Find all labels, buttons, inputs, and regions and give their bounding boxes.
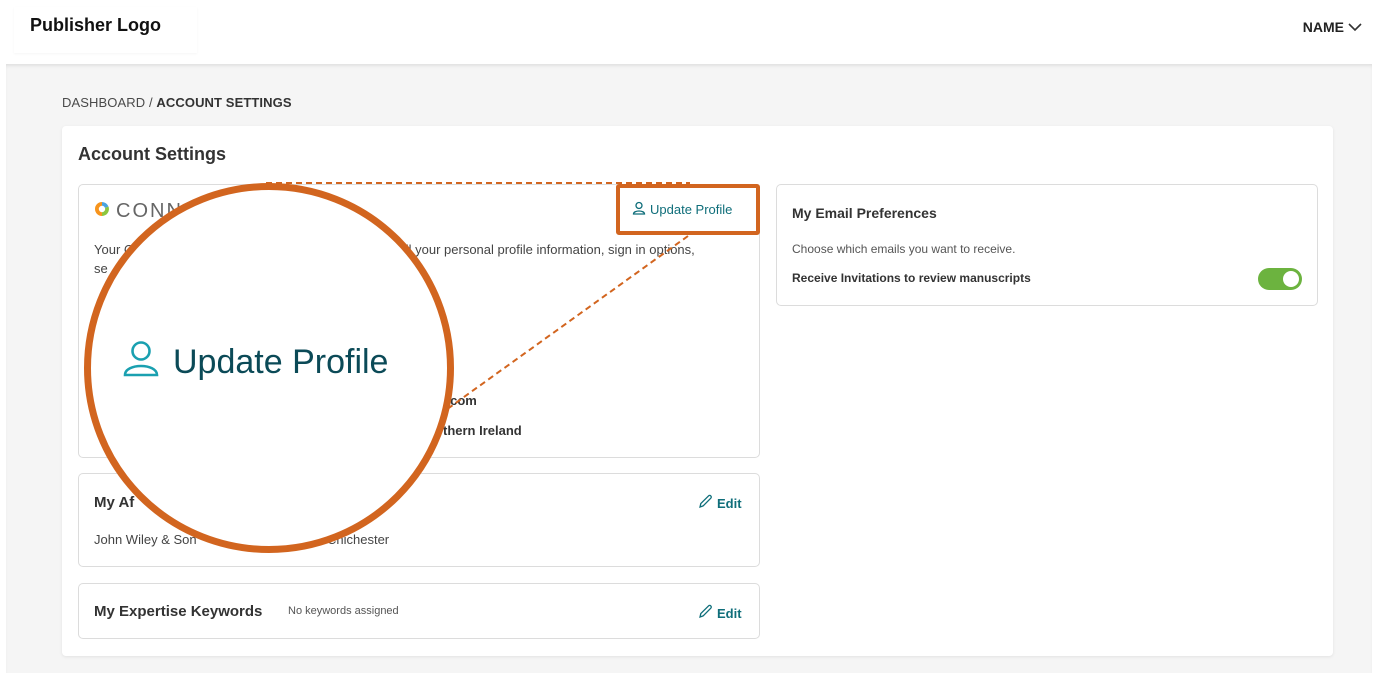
keywords-edit-button[interactable]: Edit [698,604,742,622]
affiliations-edit-button[interactable]: Edit [698,494,742,512]
user-icon [121,338,161,387]
connect-description-line2: se [94,261,108,276]
affiliation-value-start: John Wiley & Son [94,532,197,547]
update-profile-highlight [616,184,760,235]
top-bar: Publisher Logo NAME [0,0,1376,60]
breadcrumb-dashboard[interactable]: DASHBOARD [62,95,145,110]
page-title: Account Settings [78,144,227,164]
user-menu[interactable]: NAME [1303,19,1362,35]
toggle-knob [1283,271,1299,287]
breadcrumb-separator: / [145,95,157,110]
pencil-icon [698,494,713,512]
affiliations-title: My Af [94,494,135,511]
breadcrumb: DASHBOARD / ACCOUNT SETTINGS [62,95,292,110]
keywords-title: My Expertise Keywords [94,603,263,620]
publisher-logo[interactable]: Publisher Logo [14,7,197,53]
user-name: NAME [1302,19,1344,35]
email-preferences-subtitle: Choose which emails you want to receive. [792,242,1016,256]
invitations-option-label: Receive Invitations to review manuscript… [792,271,1031,285]
email-preferences-title: My Email Preferences [792,205,937,221]
connect-description-end: f all your personal profile information,… [391,242,695,257]
invitations-toggle[interactable] [1258,268,1302,290]
magnified-label: Update Profile [173,343,389,381]
breadcrumb-current: ACCOUNT SETTINGS [156,95,292,110]
edit-label: Edit [717,495,742,511]
chevron-down-icon [1348,19,1362,35]
edit-label: Edit [717,605,742,621]
connect-logo-icon [94,200,110,223]
keywords-empty: No keywords assigned [288,605,399,617]
pencil-icon [698,604,713,622]
zoom-magnifier: Update Profile [84,183,454,553]
magnified-update-profile: Update Profile [121,338,388,387]
